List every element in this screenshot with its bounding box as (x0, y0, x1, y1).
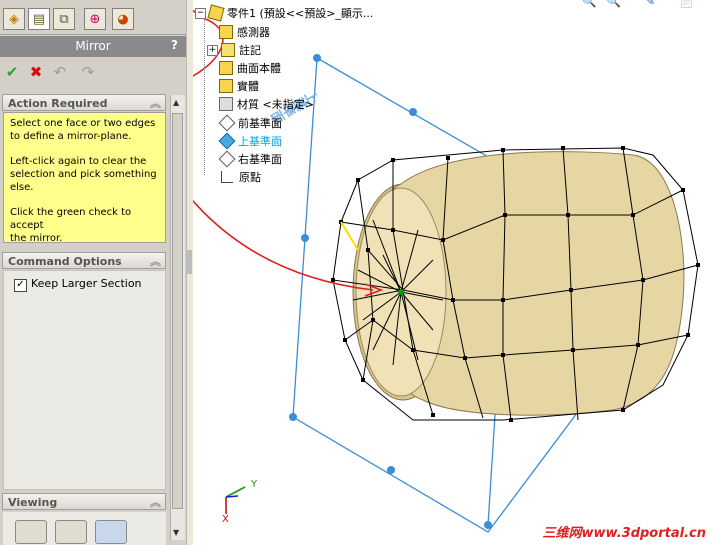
tree-item-front-plane[interactable]: 前基準面 (218, 114, 282, 132)
property-manager-panel: ◈ ▤ ⧉ ⊕ ◕ Mirror ? ✔ ✖ ↶ ↷ Action Requir… (0, 0, 186, 545)
undo-button[interactable]: ↶ (52, 64, 68, 80)
message-line: selection and pick something (10, 169, 157, 180)
message-line: Select one face or two edges (10, 118, 156, 129)
tree-root[interactable]: − 零件1 (預設<<預設>_顯示... (195, 4, 373, 22)
property-icon: ▤ (32, 11, 46, 27)
viewing-buttons (3, 512, 166, 545)
redo-button[interactable]: ↷ (80, 64, 96, 80)
page-title: Mirror (75, 39, 111, 53)
expand-toggle-icon[interactable]: + (207, 44, 218, 56)
scroll-up-icon[interactable]: ▲ (173, 98, 179, 107)
tree-item-label: 感測器 (237, 26, 270, 39)
configuration-manager-tab[interactable]: ⧉ (53, 8, 75, 30)
property-manager-title-bar: Mirror ? (0, 36, 186, 57)
manager-tabs: ◈ ▤ ⧉ ⊕ ◕ (0, 0, 186, 35)
tree-item-sensors[interactable]: 感測器 (219, 23, 270, 41)
view-preview-button[interactable] (55, 520, 87, 544)
tree-item-label: 右基準面 (238, 153, 282, 166)
part-icon (207, 4, 225, 22)
model-viewport[interactable]: Y X (193, 0, 714, 545)
configuration-icon: ⧉ (59, 11, 69, 27)
command-options-header[interactable]: Command Options ︽ (2, 252, 166, 269)
keep-larger-section-checkbox[interactable]: ✓ (14, 279, 27, 292)
ok-check-button[interactable]: ✔ (4, 64, 20, 80)
plane-icon (218, 150, 236, 168)
annotation-icon (221, 43, 235, 57)
section-title: Command Options (8, 255, 122, 268)
center-point (398, 289, 404, 295)
tree-item-material[interactable]: 材質 <未指定> (219, 95, 314, 113)
view-wireframe-button[interactable] (95, 520, 127, 544)
tree-item-top-plane[interactable]: 上基準面 (218, 132, 282, 150)
action-required-header[interactable]: Action Required ︽ (2, 94, 166, 111)
viewing-header[interactable]: Viewing ︽ (2, 493, 166, 510)
plane-icon (218, 114, 236, 132)
tree-root-label: 零件1 (預設<<預設>_顯示... (227, 7, 374, 20)
tree-item-annotations[interactable]: + 註記 (207, 41, 261, 59)
dimxpert-tab[interactable]: ⊕ (84, 8, 106, 30)
axis-triad (225, 486, 246, 514)
tree-item-label: 原點 (239, 171, 261, 184)
property-manager-tab[interactable]: ▤ (28, 8, 50, 30)
command-options-body: ✓ Keep Larger Section (3, 270, 166, 490)
origin-icon (221, 171, 233, 183)
tree-item-label: 曲面本體 (237, 62, 281, 75)
panel-scrollbar[interactable]: ▲ ▼ (170, 95, 185, 540)
action-required-message: Select one face or two edges to define a… (3, 112, 166, 244)
tree-item-surface-bodies[interactable]: 曲面本體 (219, 59, 281, 77)
sensor-icon (219, 25, 233, 39)
surface-body-icon (219, 61, 233, 75)
collapse-toggle-icon[interactable]: − (195, 7, 206, 19)
tree-item-label: 實體 (237, 80, 259, 93)
view-toolbar[interactable]: 🔍🔍 ✎ 📄 (581, 0, 704, 8)
display-icon: ◕ (117, 11, 129, 27)
selected-edge (340, 221, 359, 251)
tree-item-label: 註記 (239, 44, 261, 57)
splitter-grip[interactable] (187, 250, 192, 274)
axis-y-label: Y (250, 479, 258, 490)
display-manager-tab[interactable]: ◕ (112, 8, 134, 30)
collapse-icon[interactable]: ︽ (150, 95, 161, 111)
message-line: the mirror. (10, 233, 63, 244)
part-icon: ◈ (9, 11, 19, 27)
material-icon (219, 97, 233, 111)
scroll-down-icon[interactable]: ▼ (173, 528, 179, 537)
watermark: 三维网www.3dportal.cn (542, 526, 706, 541)
axis-x-label: X (222, 514, 229, 525)
action-buttons: ✔ ✖ ↶ ↷ (0, 58, 186, 88)
target-icon: ⊕ (89, 11, 101, 27)
message-line: to define a mirror-plane. (10, 131, 132, 142)
message-line: Left-click again to clear the (10, 156, 147, 167)
graphics-area[interactable]: Y X 上基準面 🔍🔍 ✎ 📄 − 零件1 (預設<<預設>_顯示... 感測器… (193, 0, 714, 545)
scrollbar-thumb[interactable] (172, 113, 183, 509)
view-shaded-button[interactable] (15, 520, 47, 544)
section-title: Viewing (8, 496, 58, 509)
tree-connector (204, 18, 205, 175)
plane-icon (218, 132, 236, 150)
tree-item-right-plane[interactable]: 右基準面 (218, 150, 282, 168)
tree-item-origin[interactable]: 原點 (219, 168, 261, 186)
tree-item-label: 上基準面 (238, 135, 282, 148)
cancel-button[interactable]: ✖ (28, 64, 44, 80)
message-line: else. (10, 182, 34, 193)
tree-item-solid-bodies[interactable]: 實體 (219, 77, 259, 95)
collapse-icon[interactable]: ︽ (150, 494, 161, 510)
tree-item-label: 材質 <未指定> (237, 98, 314, 111)
section-title: Action Required (8, 97, 108, 110)
solid-body-icon (219, 79, 233, 93)
message-line: Click the green check to accept (10, 207, 132, 231)
help-icon[interactable]: ? (171, 38, 178, 52)
feature-manager-tab[interactable]: ◈ (3, 8, 25, 30)
tree-item-label: 前基準面 (238, 117, 282, 130)
checkbox-label[interactable]: Keep Larger Section (31, 277, 142, 290)
panel-splitter[interactable] (186, 0, 193, 545)
collapse-icon[interactable]: ︽ (150, 253, 161, 269)
